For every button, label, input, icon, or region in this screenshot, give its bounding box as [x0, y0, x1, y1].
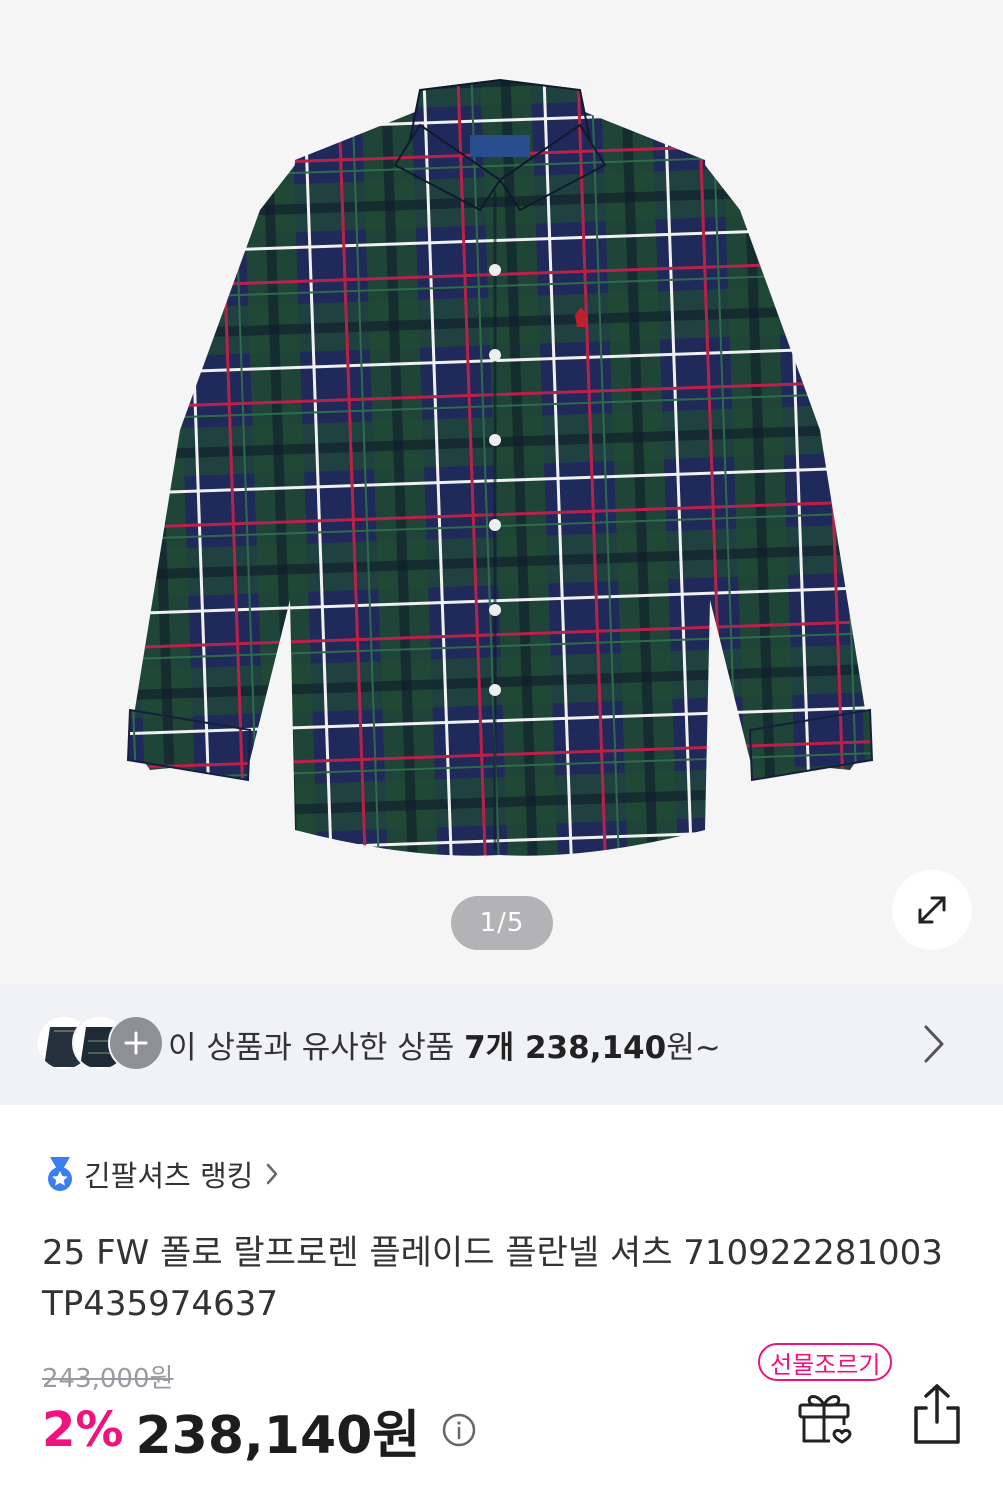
- discount-rate: 2%: [42, 1402, 124, 1458]
- chevron-right-icon[interactable]: [921, 1023, 947, 1065]
- similar-thumbnails: [36, 1015, 164, 1073]
- product-image[interactable]: [120, 70, 880, 870]
- similar-products-text: 이 상품과 유사한 상품 7개 238,140원~: [168, 1022, 721, 1067]
- original-price: 243,000원: [42, 1364, 174, 1394]
- similar-prefix: 이 상품과 유사한 상품: [168, 1029, 465, 1066]
- chevron-right-icon: [267, 1163, 278, 1185]
- more-similar-button: [108, 1015, 164, 1071]
- gift-request-badge[interactable]: 선물조르기: [758, 1343, 893, 1381]
- similar-suffix: 원~: [666, 1029, 721, 1066]
- similar-count-price: 7개 238,140: [464, 1029, 667, 1066]
- sale-price: 238,140원: [135, 1405, 421, 1466]
- category-ranking-link[interactable]: 긴팔셔츠 랭킹: [44, 1152, 279, 1196]
- info-icon[interactable]: [442, 1413, 476, 1447]
- gift-icon[interactable]: [792, 1385, 856, 1449]
- medal-icon: [48, 1157, 72, 1191]
- product-image-gallery[interactable]: 1/5: [0, 0, 1003, 983]
- expand-icon: [918, 896, 946, 924]
- ranking-label: 긴팔셔츠 랭킹: [84, 1159, 254, 1193]
- image-pager: 1/5: [451, 896, 553, 950]
- plus-icon: [124, 1031, 148, 1055]
- product-title: 25 FW 폴로 랄프로렌 플레이드 플란넬 셔츠 710922281003 T…: [42, 1233, 943, 1324]
- price-row: 2% 238,140원: [42, 1398, 476, 1466]
- similar-products-banner[interactable]: 이 상품과 유사한 상품 7개 238,140원~: [0, 983, 1003, 1105]
- share-icon[interactable]: [906, 1382, 968, 1448]
- zoom-button[interactable]: [892, 870, 972, 950]
